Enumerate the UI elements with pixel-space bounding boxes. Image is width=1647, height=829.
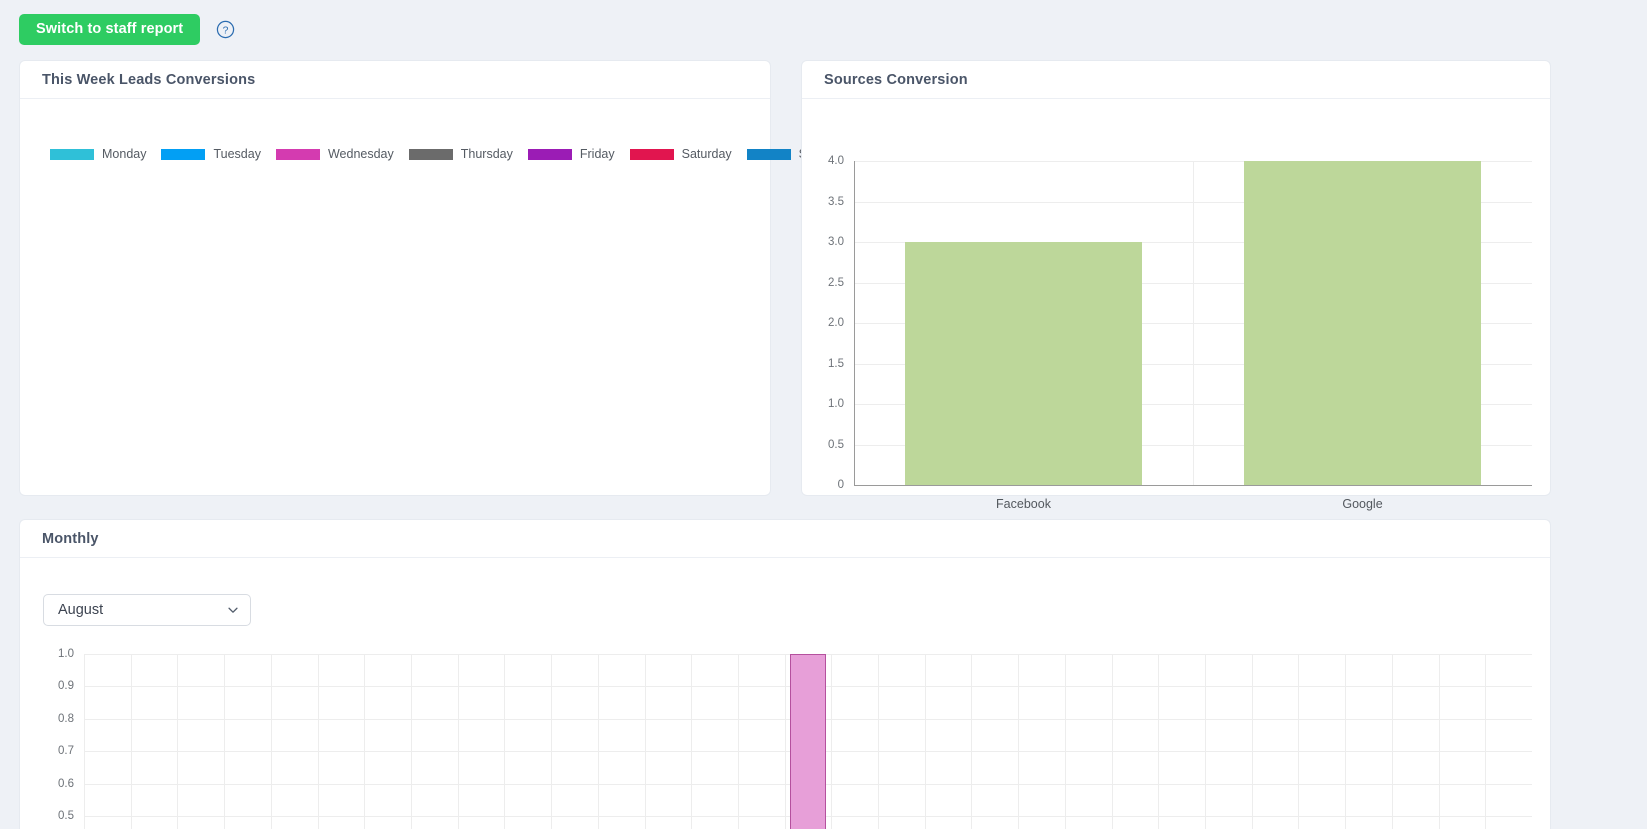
dashboard-page: Switch to staff report ? This Week Leads…: [0, 0, 1647, 829]
page-title-this-week: This Week Leads Conversions: [42, 71, 256, 88]
y-axis-tick-label: 0.6: [58, 777, 74, 790]
card-header: Monthly: [20, 520, 1550, 558]
gridline: [1158, 654, 1160, 829]
card-body: August 1.0 0.9 0.8 0.7 0.6 0.5: [20, 558, 1550, 829]
gridline: [317, 654, 319, 829]
gridline: [1391, 654, 1393, 829]
legend-swatch-saturday: [629, 148, 674, 160]
legend-label: Thursday: [460, 147, 513, 161]
card-header: This Week Leads Conversions: [20, 61, 770, 99]
top-toolbar: Switch to staff report ?: [0, 0, 1647, 58]
gridline: [831, 654, 833, 829]
legend-swatch-tuesday: [161, 148, 206, 160]
gridline: [971, 654, 973, 829]
gridline: [177, 654, 179, 829]
gridline: [878, 654, 880, 829]
legend-swatch-sunday: [746, 148, 791, 160]
page-title-sources-conversion: Sources Conversion: [824, 71, 968, 88]
gridline: [737, 654, 739, 829]
legend-label: Monday: [102, 147, 147, 161]
gridline: [1485, 654, 1487, 829]
legend-swatch-friday: [527, 148, 572, 160]
legend-item-friday[interactable]: Friday: [527, 147, 615, 161]
card-body: Monday Tuesday Wednesday Thursday Friday Satu…: [20, 99, 841, 496]
gridline: [364, 654, 366, 829]
y-axis-tick-label: 0.8: [58, 712, 74, 725]
y-axis-tick-label: 2.0: [828, 317, 844, 329]
x-axis-label-google: Google: [1342, 497, 1383, 511]
gridline: [691, 654, 693, 829]
gridline: [130, 654, 132, 829]
legend-label: Saturday: [681, 147, 732, 161]
legend-label: Wednesday: [327, 147, 394, 161]
legend-item-monday[interactable]: Monday: [50, 147, 146, 161]
legend-item-saturday[interactable]: Saturday: [629, 147, 732, 161]
switch-to-staff-report-button[interactable]: Switch to staff report: [19, 13, 201, 45]
y-axis-tick-label: 0.5: [828, 438, 844, 451]
gridline: [1251, 654, 1253, 829]
gridline: [84, 654, 85, 829]
gridline: [1298, 654, 1300, 829]
card-this-week-leads-conversions: This Week Leads Conversions Monday Tuesda…: [19, 60, 841, 496]
y-axis-tick-label: 1.5: [828, 357, 844, 370]
card-header: Sources Conversion: [802, 61, 1550, 99]
chart-sources-conversion: 0 0.5 1.0 1.5 2.0 2.5 3.0 3.5 4.0 Facebook Google: [802, 99, 1552, 511]
gridline: [1111, 654, 1113, 829]
gridline: [551, 654, 553, 829]
y-axis-tick-label: 4.0: [828, 155, 844, 167]
page-title-monthly: Monthly: [42, 530, 99, 547]
gridline: [924, 654, 926, 829]
gridline: [1345, 654, 1347, 829]
help-circle-icon[interactable]: ?: [216, 20, 235, 39]
gridline: [1018, 654, 1020, 829]
gridline: [1438, 654, 1440, 829]
week-chart-legend: Monday Tuesday Wednesday Thursday Friday Satu…: [50, 147, 856, 161]
gridline: [644, 654, 646, 829]
gridline: [504, 654, 506, 829]
legend-swatch-thursday: [408, 148, 453, 160]
legend-label: Friday: [579, 147, 615, 161]
legend-swatch-wednesday: [275, 148, 320, 160]
y-axis-tick-label: 3.5: [828, 195, 844, 208]
y-axis-tick-label: 0: [837, 479, 844, 491]
y-axis-line: [854, 161, 855, 485]
y-axis-tick-label: 0.5: [58, 810, 74, 822]
bar-facebook[interactable]: [904, 242, 1143, 485]
svg-text:?: ?: [223, 25, 229, 36]
gridline: [457, 654, 459, 829]
gridline: [597, 654, 599, 829]
gridline: [270, 654, 272, 829]
y-axis-tick-label: 2.5: [828, 276, 844, 289]
legend-swatch-monday: [50, 148, 94, 160]
y-axis-tick-label: 0.9: [58, 680, 74, 693]
legend-item-wednesday[interactable]: Wednesday: [275, 147, 394, 161]
y-axis-tick-label: 0.7: [58, 745, 74, 758]
card-monthly: Monthly August 1.0 0.9 0.8 0.7 0.6 0.5: [19, 519, 1551, 829]
x-axis-line: [854, 485, 1532, 486]
gridline: [1193, 161, 1194, 485]
legend-label: Tuesday: [213, 147, 261, 161]
gridline: [410, 654, 412, 829]
y-axis-tick-label: 1.0: [828, 398, 844, 410]
x-axis-label-facebook: Facebook: [996, 497, 1051, 511]
legend-item-thursday[interactable]: Thursday: [408, 147, 513, 161]
legend-item-tuesday[interactable]: Tuesday: [161, 147, 261, 161]
card-sources-conversion: Sources Conversion 0 0.5 1.0 1.5 2.0 2.5 3.0 3.…: [801, 60, 1552, 511]
card-body: 0 0.5 1.0 1.5 2.0 2.5 3.0 3.5 4.0 Facebook Google: [802, 99, 1552, 511]
bar-google[interactable]: [1243, 161, 1482, 485]
bar-day-16[interactable]: [789, 654, 827, 829]
chart-monthly: 1.0 0.9 0.8 0.7 0.6 0.5: [20, 558, 1550, 829]
gridline: [1205, 654, 1207, 829]
gridline: [1064, 654, 1066, 829]
gridline: [784, 654, 786, 829]
gridline: [224, 654, 226, 829]
y-axis-tick-label: 1.0: [58, 648, 74, 660]
y-axis-tick-label: 3.0: [828, 236, 844, 248]
